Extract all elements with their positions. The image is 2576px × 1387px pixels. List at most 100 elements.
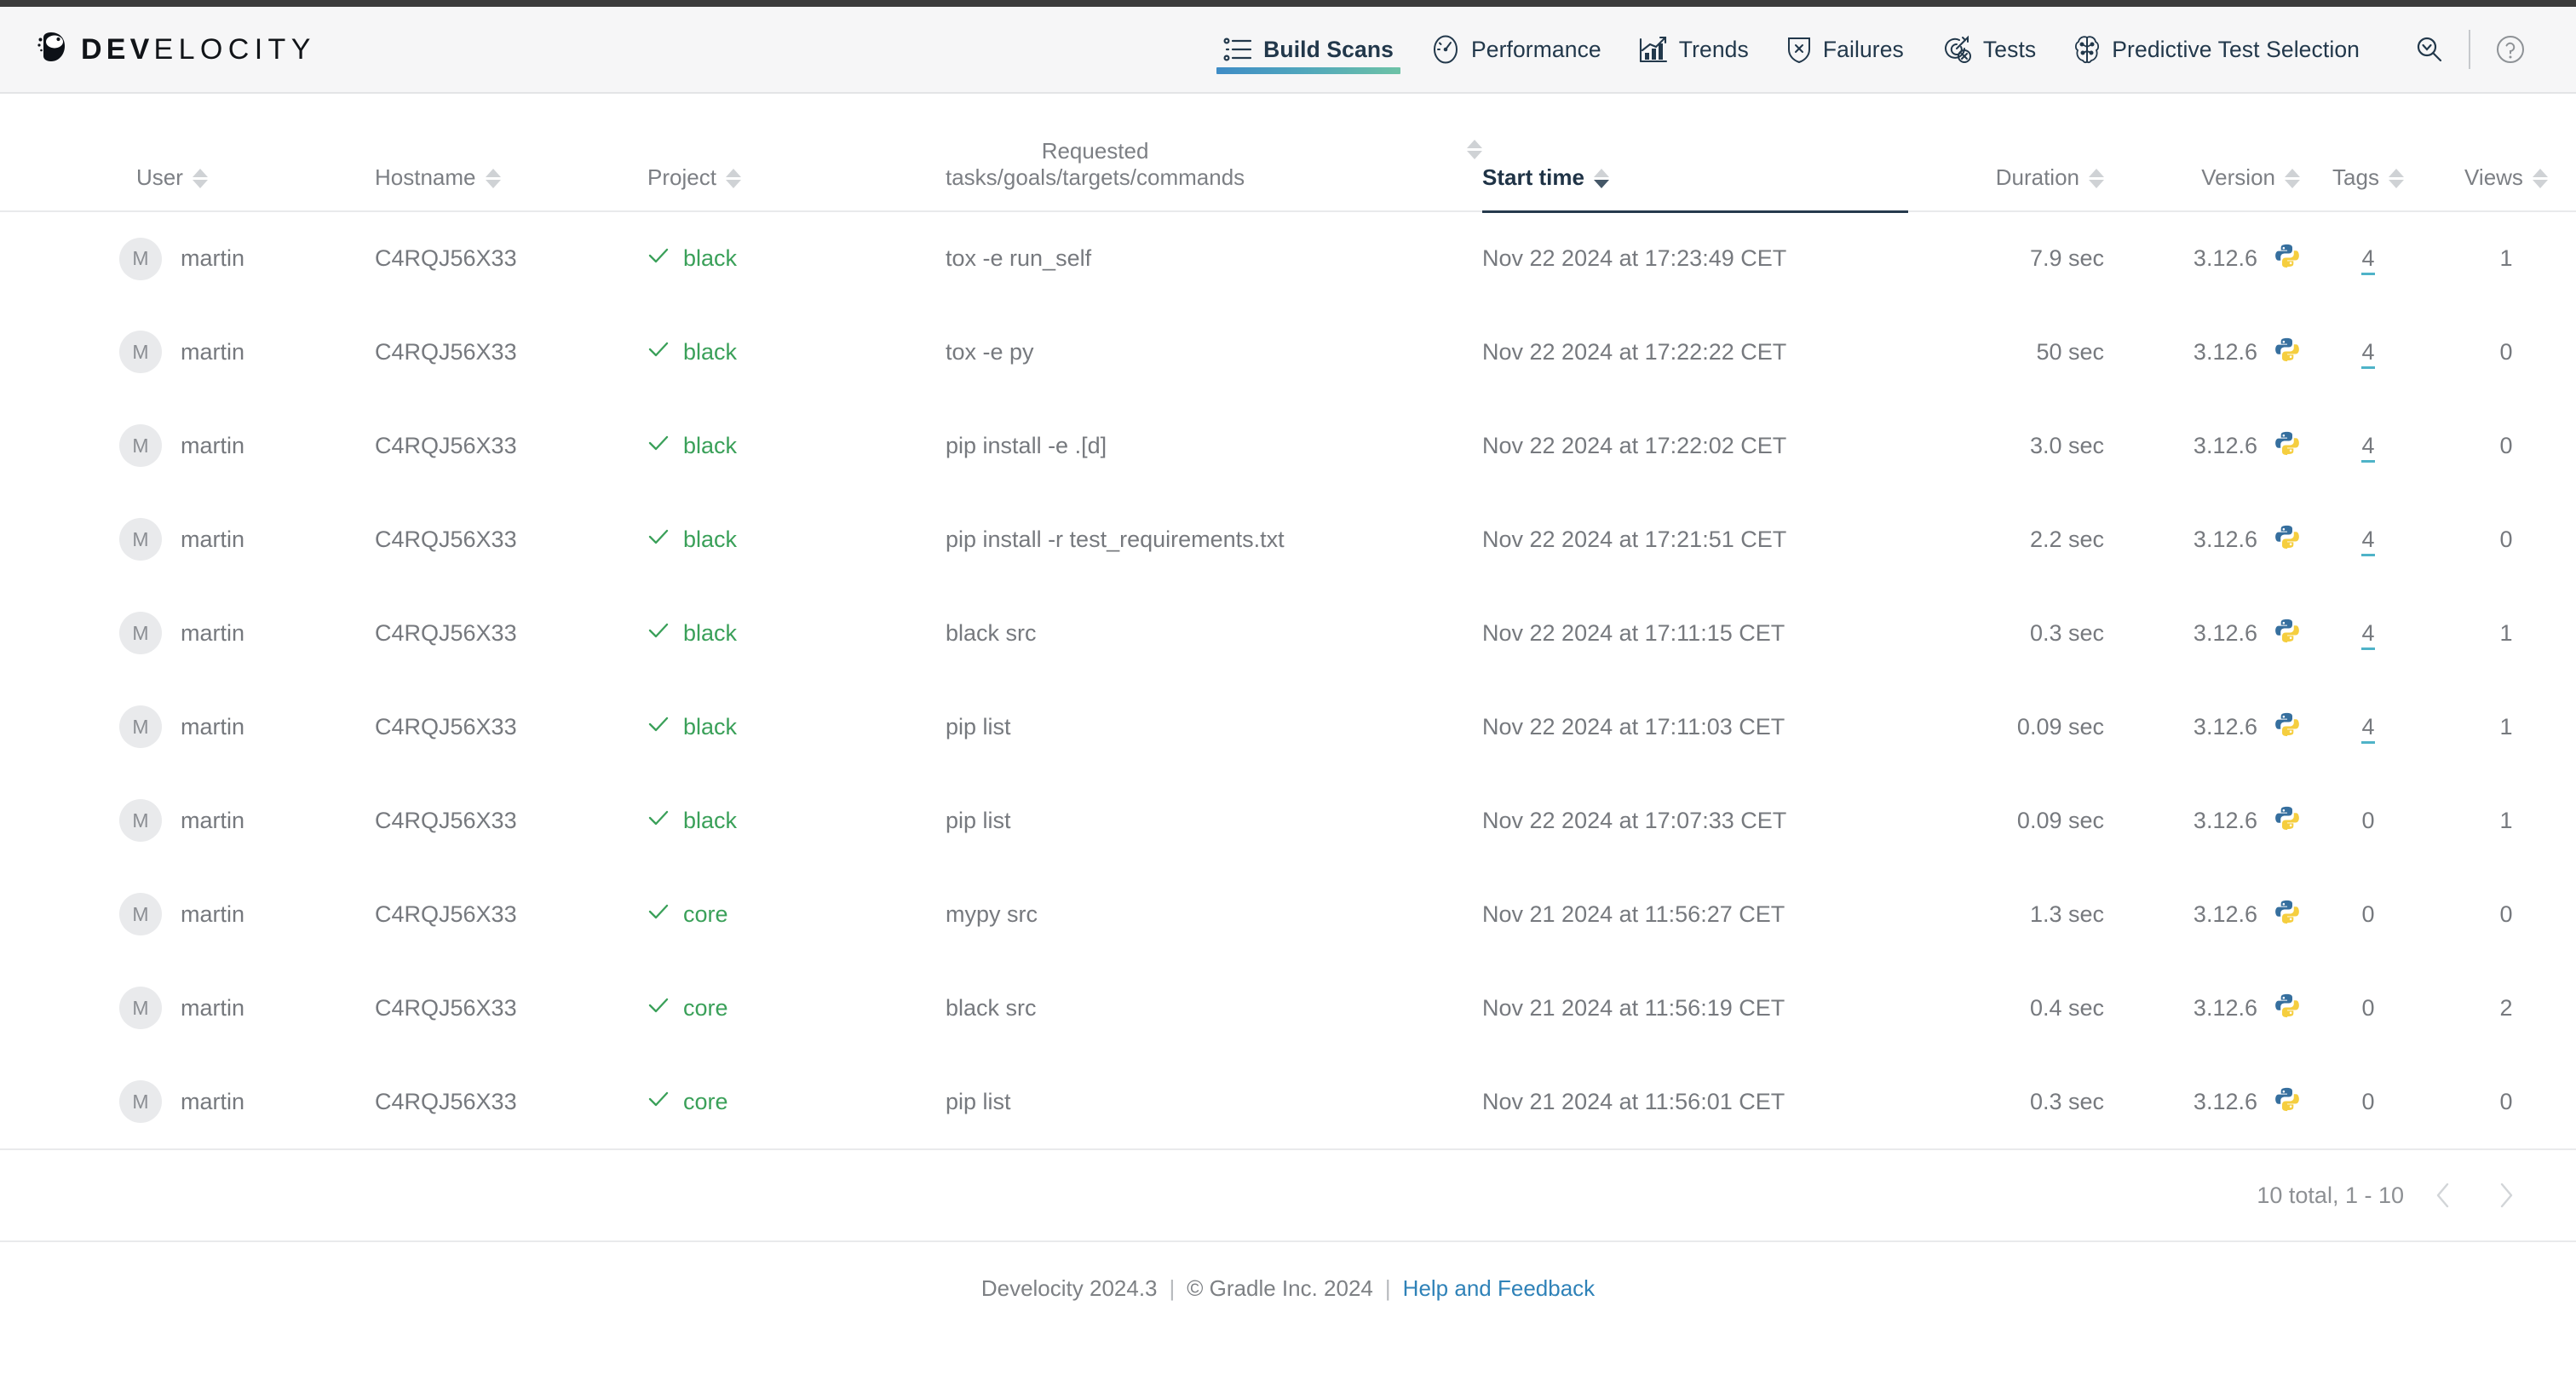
build-scans-table-container: User Hostname Project Requested tasks/go… — [0, 94, 2576, 1240]
tags-link[interactable]: 4 — [2361, 245, 2375, 275]
tags-link[interactable]: 4 — [2361, 713, 2375, 744]
cell-tags[interactable]: 4 — [2300, 305, 2436, 399]
cell-user: Mmartin — [0, 305, 375, 399]
table-row[interactable]: Mmartin C4RQJ56X33 black pip install -r tes… — [0, 492, 2576, 586]
develocity-logo[interactable]: DEVELOCITY — [36, 29, 316, 71]
cell-tags[interactable]: 4 — [2300, 399, 2436, 492]
cell-user: Mmartin — [0, 680, 375, 774]
cell-start-time: Nov 21 2024 at 11:56:01 CET — [1482, 1088, 1785, 1114]
tags-link[interactable]: 4 — [2361, 619, 2375, 650]
cell-project: black — [647, 680, 946, 774]
table-row[interactable]: Mmartin C4RQJ56X33 core black src Nov 21 202… — [0, 961, 2576, 1055]
cell-tags: 0 — [2300, 774, 2436, 867]
tags-link[interactable]: 4 — [2361, 432, 2375, 463]
table-row[interactable]: Mmartin C4RQJ56X33 core pip list Nov 21 2024… — [0, 1055, 2576, 1148]
nav-item-predictive-test-selection[interactable]: Predictive Test Selection — [2055, 6, 2378, 93]
sort-toggle-tags[interactable] — [2388, 169, 2404, 188]
tags-link[interactable]: 4 — [2361, 526, 2375, 556]
cell-tags[interactable]: 4 — [2300, 211, 2436, 305]
column-header-tags[interactable]: Tags — [2300, 94, 2436, 212]
python-icon — [2274, 430, 2300, 462]
trend-chart-icon — [1639, 36, 1668, 63]
cell-start-time: Nov 22 2024 at 17:23:49 CET — [1482, 245, 1787, 272]
footer-separator-1: | — [1169, 1275, 1176, 1301]
sort-toggle-user[interactable] — [192, 169, 208, 188]
sort-toggle-hostname[interactable] — [485, 169, 501, 188]
sort-toggle-version[interactable] — [2285, 169, 2300, 188]
cell-start-time: Nov 22 2024 at 17:11:03 CET — [1482, 713, 1785, 740]
cell-project: black — [647, 211, 946, 305]
user-name: martin — [181, 526, 245, 552]
cell-views: 1 — [2499, 713, 2513, 740]
cell-project: core — [647, 867, 946, 961]
nav-item-performance[interactable]: Performance — [1412, 6, 1620, 93]
cell-user: Mmartin — [0, 1055, 375, 1148]
table-row[interactable]: Mmartin C4RQJ56X33 black pip list Nov 22 202… — [0, 774, 2576, 867]
tags-count: 0 — [2361, 901, 2375, 927]
table-row[interactable]: Mmartin C4RQJ56X33 black tox -e run_self Nov… — [0, 211, 2576, 305]
cell-tags[interactable]: 4 — [2300, 586, 2436, 680]
tags-count: 0 — [2361, 994, 2375, 1021]
python-icon — [2274, 243, 2300, 274]
search-chevron-icon[interactable] — [2402, 23, 2455, 76]
user-name: martin — [181, 713, 245, 740]
sort-toggle-views[interactable] — [2532, 169, 2548, 188]
cell-tags: 0 — [2300, 867, 2436, 961]
column-header-hostname[interactable]: Hostname — [375, 94, 647, 212]
user-name: martin — [181, 901, 245, 927]
sort-toggle-requested-tasks[interactable] — [1467, 139, 1482, 159]
cell-tags: 0 — [2300, 1055, 2436, 1148]
nav-label-build-scans: Build Scans — [1263, 36, 1394, 62]
cell-user: Mmartin — [0, 774, 375, 867]
help-circle-icon[interactable] — [2484, 23, 2537, 76]
project-name: black — [683, 432, 738, 458]
nav-item-tests[interactable]: Tests — [1923, 6, 2055, 93]
gauge-icon — [1431, 34, 1460, 65]
column-header-views[interactable]: Views — [2436, 94, 2576, 212]
tags-link[interactable]: 4 — [2361, 338, 2375, 369]
nav-item-build-scans[interactable]: Build Scans — [1205, 6, 1412, 93]
avatar: M — [119, 237, 162, 280]
sort-toggle-start-time[interactable] — [1593, 168, 1609, 188]
target-x-icon — [1941, 35, 1972, 64]
cell-views: 2 — [2499, 994, 2513, 1021]
footer-help-and-feedback-link[interactable]: Help and Feedback — [1403, 1275, 1595, 1302]
nav-label-performance: Performance — [1470, 36, 1601, 62]
cell-tags[interactable]: 4 — [2300, 680, 2436, 774]
version-number: 3.12.6 — [2193, 713, 2257, 740]
sort-toggle-project[interactable] — [725, 169, 741, 188]
avatar: M — [119, 518, 162, 561]
success-check-icon — [647, 901, 670, 929]
column-header-project[interactable]: Project — [647, 94, 946, 212]
column-label-project: Project — [647, 164, 716, 191]
cell-views: 1 — [2499, 807, 2513, 833]
column-header-version[interactable]: Version — [2104, 94, 2300, 212]
success-check-icon — [647, 713, 670, 741]
table-row[interactable]: Mmartin C4RQJ56X33 black black src Nov 22 20… — [0, 586, 2576, 680]
chevron-right-icon[interactable] — [2482, 1171, 2530, 1219]
cell-start-time: Nov 22 2024 at 17:22:02 CET — [1482, 432, 1787, 458]
version-number: 3.12.6 — [2193, 526, 2257, 552]
cell-version: 3.12.6 — [2104, 867, 2300, 961]
sort-toggle-duration[interactable] — [2089, 169, 2104, 188]
column-header-start-time[interactable]: Start time — [1482, 94, 1908, 213]
list-icon — [1223, 37, 1252, 62]
table-row[interactable]: Mmartin C4RQJ56X33 core mypy src Nov 21 2024… — [0, 867, 2576, 961]
nav-item-failures[interactable]: Failures — [1768, 6, 1923, 93]
table-row[interactable]: Mmartin C4RQJ56X33 black pip install -e .[d… — [0, 399, 2576, 492]
cell-duration: 2.2 sec — [2029, 526, 2104, 552]
nav-item-trends[interactable]: Trends — [1620, 6, 1768, 93]
chevron-left-icon[interactable] — [2419, 1171, 2467, 1219]
pagination-summary: 10 total, 1 - 10 — [2257, 1182, 2404, 1208]
cell-requested-tasks: pip list — [946, 713, 1011, 740]
column-header-user[interactable]: User — [0, 94, 375, 212]
table-row[interactable]: Mmartin C4RQJ56X33 black tox -e py Nov 22 20… — [0, 305, 2576, 399]
cell-tags[interactable]: 4 — [2300, 492, 2436, 586]
column-header-duration[interactable]: Duration — [1908, 94, 2104, 212]
pagination: 10 total, 1 - 10 — [0, 1148, 2576, 1240]
user-name: martin — [181, 432, 245, 458]
nav-label-failures: Failures — [1822, 36, 1904, 62]
column-header-requested-tasks[interactable]: Requested tasks/goals/targets/commands — [946, 94, 1482, 212]
table-row[interactable]: Mmartin C4RQJ56X33 black pip list Nov 22 202… — [0, 680, 2576, 774]
python-icon — [2274, 337, 2300, 368]
